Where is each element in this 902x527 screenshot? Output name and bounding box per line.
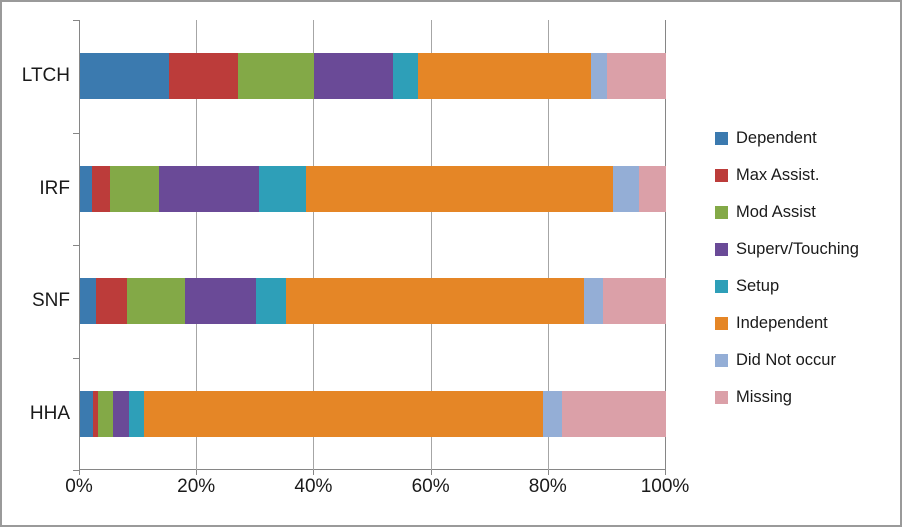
bar-segment-ltch-dependent [80,53,170,100]
x-tick-label-60: 60% [411,476,450,497]
legend-label: Superv/Touching [736,240,859,259]
bar-segment-snf-dependent [80,278,97,325]
bar-segment-ltch-independent [418,53,591,100]
bar-segment-hha-independent [144,390,543,437]
bar-segment-snf-independent [285,278,584,325]
bar-segment-irf-mod-assist [110,165,160,212]
bar-segment-hha-setup [129,390,145,437]
legend-item-mod-assist[interactable]: Mod Assist [715,194,895,231]
legend-swatch-icon [715,391,728,404]
bar-segment-snf-mod-assist [127,278,185,325]
bar-segment-snf-max-assist [96,278,128,325]
y-tick-mark [73,470,79,471]
bar-segment-irf-superv-touching [159,165,259,212]
bar-segment-ltch-setup [392,53,419,100]
x-tick-label-0: 0% [65,476,93,497]
bar-segment-irf-missing [639,165,666,212]
legend-label: Setup [736,277,780,296]
bar-segment-ltch-missing [607,53,666,100]
legend-label: Mod Assist [736,203,816,222]
legend-swatch-icon [715,354,728,367]
legend-label: Missing [736,388,792,407]
bar-segment-hha-did-not-occur [542,390,562,437]
legend-swatch-icon [715,317,728,330]
x-tick-label-40: 40% [294,476,333,497]
bar-snf [80,278,666,325]
category-label-irf: IRF [39,177,70,199]
category-label-ltch: LTCH [21,65,70,87]
x-tick-mark-100 [665,470,666,475]
x-tick-mark-20 [196,470,198,475]
plot-area [73,20,666,475]
bar-segment-hha-superv-touching [113,390,130,437]
bar-segment-hha-missing [561,390,666,437]
bar-segment-ltch-did-not-occur [590,53,608,100]
chart-legend: Dependent Max Assist. Mod Assist Superv/Tou… [715,120,895,416]
x-tick-label-100: 100% [640,476,690,497]
legend-swatch-icon [715,243,728,256]
legend-label: Max Assist. [736,166,820,185]
bar-segment-snf-superv-touching [184,278,257,325]
bar-segment-irf-setup [258,165,306,212]
bar-segment-ltch-mod-assist [238,53,315,100]
legend-swatch-icon [715,169,728,182]
bar-segment-ltch-max-assist [169,53,239,100]
bar-irf [80,165,666,212]
legend-label: Independent [736,314,828,333]
bar-segment-irf-did-not-occur [613,165,639,212]
bar-hha [80,390,666,437]
legend-item-did-not-occur[interactable]: Did Not occur [715,342,895,379]
legend-item-setup[interactable]: Setup [715,268,895,305]
bar-segment-irf-dependent [80,165,92,212]
bar-segment-hha-mod-assist [97,390,114,437]
y-tick-mark [73,20,79,21]
legend-swatch-icon [715,206,728,219]
x-tick-label-80: 80% [528,476,567,497]
x-tick-label-20: 20% [177,476,216,497]
y-tick-mark [73,245,79,246]
legend-label: Dependent [736,129,817,148]
y-tick-mark [73,358,79,359]
legend-item-max-assist[interactable]: Max Assist. [715,157,895,194]
x-tick-mark-60 [430,470,432,475]
category-label-snf: SNF [32,290,70,312]
category-label-hha: HHA [29,402,70,424]
chart-container: LTCH IRF SNF HHA 0% 20% 40% 60% 80% 100% Depende… [0,0,902,527]
bar-segment-hha-dependent [80,390,93,437]
legend-item-superv-touching[interactable]: Superv/Touching [715,231,895,268]
y-tick-mark [73,133,79,134]
bar-segment-irf-max-assist [91,165,111,212]
x-tick-mark-80 [547,470,549,475]
bar-segment-snf-setup [256,278,286,325]
bar-segment-ltch-superv-touching [314,53,393,100]
legend-swatch-icon [715,132,728,145]
legend-label: Did Not occur [736,351,836,370]
x-tick-mark-0 [79,470,80,475]
bar-segment-snf-did-not-occur [583,278,603,325]
bar-segment-snf-missing [602,278,666,325]
x-axis-line [79,469,665,470]
legend-item-independent[interactable]: Independent [715,305,895,342]
x-tick-mark-40 [313,470,315,475]
bar-ltch [80,53,666,100]
legend-swatch-icon [715,280,728,293]
legend-item-dependent[interactable]: Dependent [715,120,895,157]
legend-item-missing[interactable]: Missing [715,379,895,416]
bar-segment-irf-independent [305,165,614,212]
